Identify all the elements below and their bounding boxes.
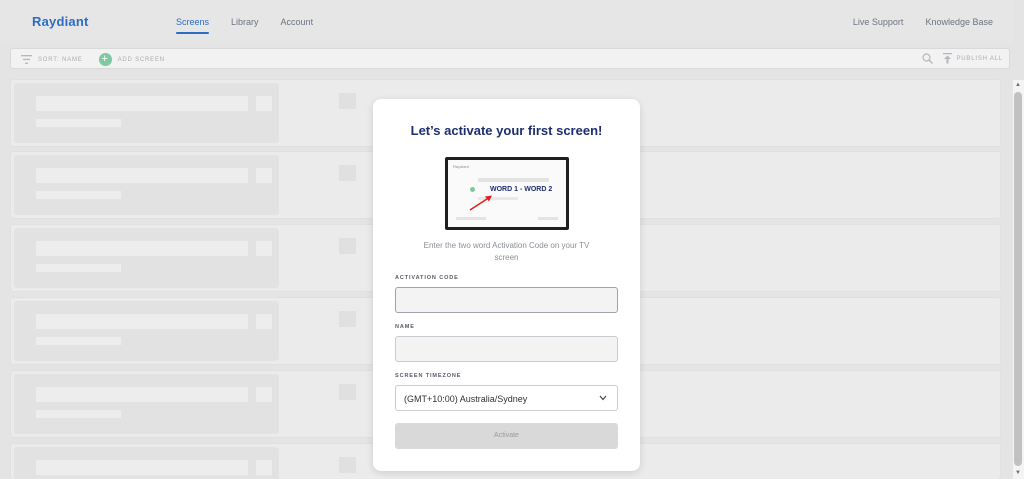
tv-illustration: Raydiant WORD 1 - WORD 2 <box>445 157 569 230</box>
skeleton-line <box>36 410 121 418</box>
top-nav: Raydiant Screens Library Account Live Su… <box>0 0 1013 44</box>
tv-placeholder-line <box>538 217 558 220</box>
activation-instructions: Enter the two word Activation Code on yo… <box>423 241 590 262</box>
skeleton-square <box>256 168 272 183</box>
skeleton-line <box>36 337 121 345</box>
brand-logo[interactable]: Raydiant <box>32 14 89 29</box>
tv-brand: Raydiant <box>453 164 469 169</box>
search-icon[interactable] <box>921 53 933 64</box>
skeleton-square <box>339 311 356 327</box>
skeleton-square <box>256 96 272 111</box>
knowledge-base-link[interactable]: Knowledge Base <box>925 17 993 27</box>
publish-icon <box>942 53 952 64</box>
screen-name-input[interactable] <box>395 336 618 362</box>
sort-icon[interactable] <box>21 55 32 64</box>
skeleton-bar <box>36 241 248 256</box>
skeleton-bar <box>36 168 248 183</box>
main-nav: Screens Library Account <box>176 17 313 34</box>
skeleton-card <box>14 228 279 288</box>
scrollbar-thumb[interactable] <box>1014 92 1022 466</box>
tab-account[interactable]: Account <box>281 17 314 34</box>
scroll-up-arrow[interactable]: ▲ <box>1014 82 1022 88</box>
skeleton-square <box>339 457 356 473</box>
skeleton-square <box>339 165 356 181</box>
help-links: Live Support Knowledge Base <box>853 17 993 27</box>
red-arrow-icon <box>469 195 492 211</box>
skeleton-bar <box>36 314 248 329</box>
activate-button[interactable]: Activate <box>395 423 618 449</box>
skeleton-square <box>339 384 356 400</box>
toolbar-right: PUBLISH ALL <box>921 53 1004 64</box>
add-screen-button[interactable]: ADD SCREEN <box>118 57 165 63</box>
tv-placeholder-line <box>478 178 549 182</box>
activation-code-label: ACTIVATION CODE <box>395 275 459 281</box>
skeleton-line <box>36 191 121 199</box>
tab-screens[interactable]: Screens <box>176 17 210 34</box>
skeleton-card <box>14 155 279 215</box>
skeleton-square <box>256 314 272 329</box>
skeleton-square <box>256 387 272 402</box>
publish-all-button[interactable]: PUBLISH ALL <box>942 53 1004 64</box>
live-support-link[interactable]: Live Support <box>853 17 904 27</box>
skeleton-square <box>256 241 272 256</box>
activate-screen-modal: Let’s activate your first screen! Raydia… <box>373 99 640 471</box>
sort-label[interactable]: SORT: NAME <box>38 57 83 63</box>
timezone-select[interactable]: (GMT+10:00) Australia/Sydney <box>395 385 618 411</box>
add-screen-icon[interactable]: + <box>98 53 112 66</box>
toolbar-left: SORT: NAME + ADD SCREEN <box>21 53 165 66</box>
scroll-down-arrow[interactable]: ▼ <box>1014 470 1022 476</box>
skeleton-card <box>14 374 279 434</box>
skeleton-line <box>36 119 121 127</box>
modal-title: Let’s activate your first screen! <box>410 123 603 138</box>
tv-activation-code: WORD 1 - WORD 2 <box>490 186 553 193</box>
publish-all-label: PUBLISH ALL <box>956 55 1003 62</box>
skeleton-card <box>14 301 279 361</box>
skeleton-card <box>14 83 279 143</box>
timezone-label: SCREEN TIMEZONE <box>395 373 462 379</box>
chevron-down-icon <box>599 395 607 401</box>
name-label: NAME <box>395 324 415 330</box>
skeleton-square <box>339 238 356 254</box>
tab-library[interactable]: Library <box>231 17 259 34</box>
screens-toolbar: SORT: NAME + ADD SCREEN PUBLISH ALL <box>10 48 1010 69</box>
skeleton-card <box>14 447 279 479</box>
skeleton-bar <box>36 387 248 402</box>
tv-screen: Raydiant WORD 1 - WORD 2 <box>448 160 566 227</box>
skeleton-square <box>256 460 272 475</box>
skeleton-bar <box>36 460 248 475</box>
skeleton-bar <box>36 96 248 111</box>
tv-placeholder-line <box>456 217 486 220</box>
activation-code-input[interactable] <box>395 287 618 313</box>
timezone-value: (GMT+10:00) Australia/Sydney <box>404 394 528 404</box>
skeleton-square <box>339 93 356 109</box>
skeleton-line <box>36 264 121 272</box>
